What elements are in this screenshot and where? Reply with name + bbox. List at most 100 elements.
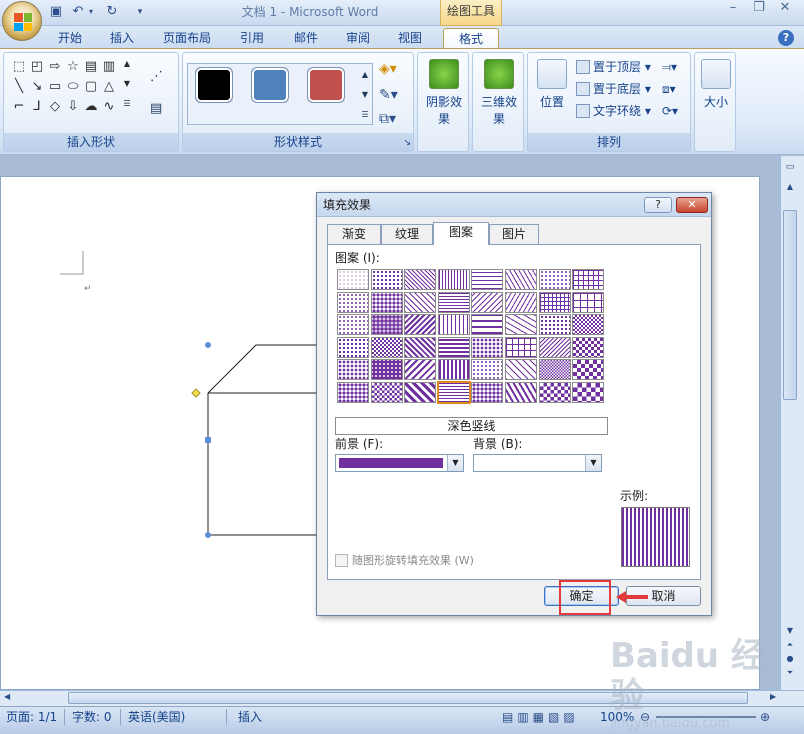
pattern-swatch[interactable] [370,359,403,380]
pattern-swatch[interactable] [471,269,504,290]
rectangle-shape-icon[interactable]: ▭ [46,79,64,99]
position-button[interactable]: 位置 [534,59,570,110]
3d-effects-button[interactable]: 三维效果 [477,59,521,127]
tab-page-layout[interactable]: 页面布局 [156,28,218,48]
arrow-shape-icon[interactable]: ⇨ [46,59,64,79]
dialog-help-icon[interactable]: ? [644,197,672,213]
pattern-swatch[interactable] [504,269,537,290]
pattern-swatch[interactable] [337,314,369,335]
tab-home[interactable]: 开始 [48,28,92,48]
foreground-color-select[interactable]: ▼ [335,454,464,472]
vertical-scroll-thumb[interactable] [783,210,797,400]
pattern-swatch[interactable] [572,314,605,335]
pattern-swatch[interactable] [538,336,571,358]
pattern-swatch[interactable] [337,381,369,403]
pattern-swatch[interactable] [370,291,403,313]
curve-shape-icon[interactable]: ∿ [100,99,118,119]
pattern-swatch[interactable] [538,291,571,313]
pattern-swatch[interactable] [572,381,605,403]
text-wrapping-button[interactable]: 文字环绕 ▾ [576,101,651,121]
tab-references[interactable]: 引用 [230,28,274,48]
shadow-effects-button[interactable]: 阴影效果 [422,59,466,127]
draw-textbox-icon[interactable]: ▤ [150,101,162,116]
pattern-swatch[interactable] [437,269,470,290]
selection-handle[interactable] [205,342,211,348]
undo-dropdown-icon[interactable]: ▾ [86,3,96,21]
pattern-swatch[interactable] [471,336,504,358]
pattern-swatch[interactable] [437,336,470,358]
oval-shape-icon[interactable]: ⬭ [64,79,82,99]
word-count[interactable]: 字数: 0 [72,708,112,726]
pattern-swatch[interactable] [404,336,437,358]
elbow-connector-shape-icon[interactable]: ⌐ [10,99,28,119]
pattern-swatch[interactable] [404,359,437,380]
tab-review[interactable]: 审阅 [336,28,380,48]
tab-texture[interactable]: 纹理 [381,224,433,244]
pattern-swatch[interactable] [504,359,537,380]
tab-view[interactable]: 视图 [388,28,432,48]
change-shape-icon[interactable]: ⧉▾ [379,111,396,127]
insert-mode-status[interactable]: 插入 [238,708,262,726]
pattern-swatch[interactable] [436,380,471,404]
pattern-swatch[interactable] [538,314,571,335]
pattern-swatch[interactable] [504,336,537,358]
pattern-swatch[interactable] [404,269,437,290]
shape-outline-icon[interactable]: ✎▾ [379,87,398,103]
cube-shape-icon[interactable]: ⬚ [10,59,28,79]
arrow-line-shape-icon[interactable]: ↘ [28,79,46,99]
style-swatch-blue[interactable] [251,67,289,103]
align-icon[interactable]: ⫤▾ [662,57,677,77]
page-count[interactable]: 页面: 1/1 [6,708,57,726]
pattern-swatch[interactable] [538,381,571,403]
vtextbox-shape-icon[interactable]: ▥ [100,59,118,79]
gallery-down-icon[interactable]: ▼ [118,79,136,99]
language-status[interactable]: 英语(美国) [128,708,185,726]
textbox-shape-icon[interactable]: ▤ [82,59,100,79]
ruler-toggle-icon[interactable]: ▭ [783,162,797,174]
pattern-swatch[interactable] [471,381,504,403]
pattern-swatch[interactable] [437,359,470,380]
office-button[interactable] [2,1,42,41]
selection-handle[interactable] [205,532,211,538]
pattern-swatch[interactable] [572,269,605,290]
rounded-rect-shape-icon[interactable]: ▢ [82,79,100,99]
customize-qat-icon[interactable]: ▾ [134,3,146,21]
pattern-swatch[interactable] [370,314,403,335]
view-buttons-icon[interactable]: ▤▥▦▧▨ [502,708,579,726]
send-to-back-button[interactable]: 置于底层 ▾ [576,79,651,99]
pattern-swatch[interactable] [471,359,504,380]
pattern-swatch[interactable] [437,291,470,313]
cube-front-face[interactable] [207,392,316,536]
star-shape-icon[interactable]: ☆ [64,59,82,79]
style-swatch-red[interactable] [307,67,345,103]
save-icon[interactable]: ▣ [48,3,64,21]
pattern-swatch[interactable] [471,314,504,335]
pattern-swatch[interactable] [337,291,369,313]
scroll-left-icon[interactable]: ◀ [4,692,16,701]
minimize-icon[interactable]: – [720,0,746,18]
tab-pattern[interactable]: 图案 [433,222,489,245]
close-window-icon[interactable]: ✕ [772,0,798,18]
pattern-swatch[interactable] [337,359,369,380]
redo-icon[interactable]: ↻ [104,3,120,21]
elbow-arrow-shape-icon[interactable]: ⅃ [28,99,46,119]
down-arrow-shape-icon[interactable]: ⇩ [64,99,82,119]
background-color-select[interactable]: ▼ [473,454,602,472]
pattern-swatch[interactable] [504,291,537,313]
rotate-with-shape-checkbox[interactable] [335,554,348,567]
restore-icon[interactable]: ❐ [746,0,772,18]
pattern-swatch[interactable] [504,314,537,335]
tab-picture[interactable]: 图片 [489,224,539,244]
pattern-swatch[interactable] [504,381,537,403]
wave-shape-icon[interactable]: ◰ [28,59,46,79]
selection-handle[interactable] [205,437,211,443]
edit-shape-icon[interactable]: ⋰ [150,69,163,84]
group-icon[interactable]: ⧈▾ [662,79,676,99]
diamond-shape-icon[interactable]: ◇ [46,99,64,119]
bring-to-front-button[interactable]: 置于顶层 ▾ [576,57,651,77]
undo-icon[interactable]: ↶ [70,3,86,21]
size-button[interactable]: 大小 [699,59,733,110]
cloud-shape-icon[interactable]: ☁ [82,99,100,119]
gallery-more-icon[interactable]: ☰ [118,99,136,119]
pattern-swatch[interactable] [572,359,605,380]
